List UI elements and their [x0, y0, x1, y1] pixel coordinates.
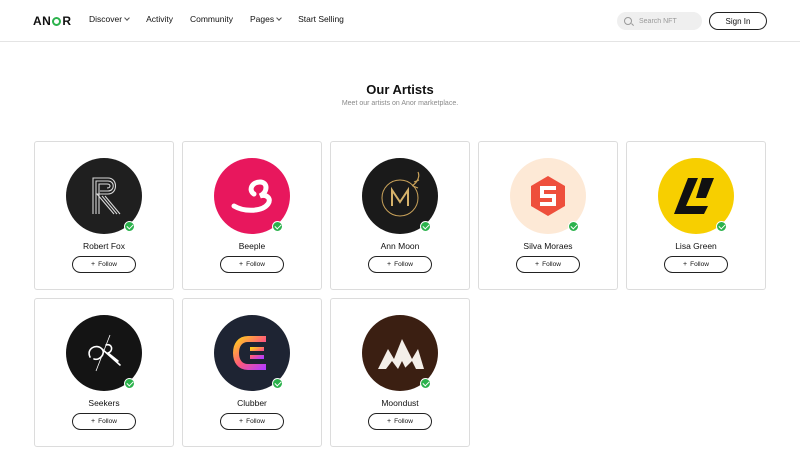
follow-label: Follow [246, 418, 265, 425]
artist-name: Silva Moraes [523, 241, 573, 251]
follow-button[interactable]: + Follow [368, 413, 432, 430]
artist-card[interactable]: Clubber + Follow [182, 298, 322, 447]
top-navbar: AN R Discover Activity Community Pages St… [0, 0, 800, 42]
artist-card[interactable]: Beeple + Follow [182, 141, 322, 290]
follow-label: Follow [542, 261, 561, 268]
verified-badge-icon [420, 221, 431, 232]
chevron-down-icon [276, 14, 282, 21]
follow-button[interactable]: + Follow [368, 256, 432, 273]
artist-card[interactable]: Ann Moon + Follow [330, 141, 470, 290]
chevron-down-icon [124, 14, 130, 21]
follow-label: Follow [394, 418, 413, 425]
main-nav: Discover Activity Community Pages Start … [89, 14, 361, 24]
nav-pages-label: Pages [249, 14, 275, 24]
verified-badge-icon [568, 221, 579, 232]
follow-button[interactable]: + Follow [220, 256, 284, 273]
verified-badge-icon [272, 378, 283, 389]
nav-pages[interactable]: Pages [249, 14, 282, 24]
follow-button[interactable]: + Follow [72, 413, 136, 430]
logo-text-start: AN [33, 14, 52, 28]
plus-icon: + [387, 418, 392, 425]
nav-activity-label: Activity [146, 14, 173, 24]
follow-button[interactable]: + Follow [72, 256, 136, 273]
follow-button[interactable]: + Follow [664, 256, 728, 273]
plus-icon: + [91, 261, 96, 268]
nav-community[interactable]: Community [190, 14, 233, 24]
sign-in-button[interactable]: Sign In [709, 12, 767, 30]
plus-icon: + [683, 261, 688, 268]
verified-badge-icon [272, 221, 283, 232]
follow-button[interactable]: + Follow [220, 413, 284, 430]
nav-discover-label: Discover [89, 14, 123, 24]
artist-card[interactable]: Seekers + Follow [34, 298, 174, 447]
follow-label: Follow [98, 261, 117, 268]
follow-label: Follow [690, 261, 709, 268]
artist-name: Lisa Green [675, 241, 717, 251]
plus-icon: + [387, 261, 392, 268]
artist-card[interactable]: Silva Moraes + Follow [478, 141, 618, 290]
nav-activity[interactable]: Activity [146, 14, 173, 24]
follow-label: Follow [246, 261, 265, 268]
verified-badge-icon [420, 378, 431, 389]
plus-icon: + [239, 418, 244, 425]
artist-name: Clubber [237, 398, 267, 408]
follow-label: Follow [394, 261, 413, 268]
follow-button[interactable]: + Follow [516, 256, 580, 273]
logo-o-icon [52, 16, 62, 26]
anor-logo[interactable]: AN R [33, 14, 72, 28]
artist-name: Ann Moon [380, 241, 420, 251]
artist-card[interactable]: Moondust + Follow [330, 298, 470, 447]
nav-discover[interactable]: Discover [89, 14, 130, 24]
verified-badge-icon [124, 221, 135, 232]
artist-name: Moondust [381, 398, 419, 408]
search-icon [624, 17, 632, 25]
verified-badge-icon [124, 378, 135, 389]
artist-name: Seekers [88, 398, 120, 408]
nav-start-selling[interactable]: Start Selling [298, 14, 344, 24]
search-input[interactable] [639, 17, 699, 25]
artist-name: Robert Fox [82, 241, 126, 251]
nav-start-selling-label: Start Selling [298, 14, 344, 24]
plus-icon: + [91, 418, 96, 425]
artist-name: Beeple [238, 241, 266, 251]
plus-icon: + [239, 261, 244, 268]
plus-icon: + [535, 261, 540, 268]
search-bar [617, 12, 702, 30]
artist-card[interactable]: Robert Fox + Follow [34, 141, 174, 290]
section-title: Our Artists [366, 82, 434, 97]
section-subtitle: Meet our artists on Anor marketplace. [341, 100, 459, 107]
logo-text-end: R [62, 14, 72, 28]
nav-community-label: Community [189, 14, 233, 24]
verified-badge-icon [716, 221, 727, 232]
artist-card[interactable]: Lisa Green + Follow [626, 141, 766, 290]
follow-label: Follow [98, 418, 117, 425]
